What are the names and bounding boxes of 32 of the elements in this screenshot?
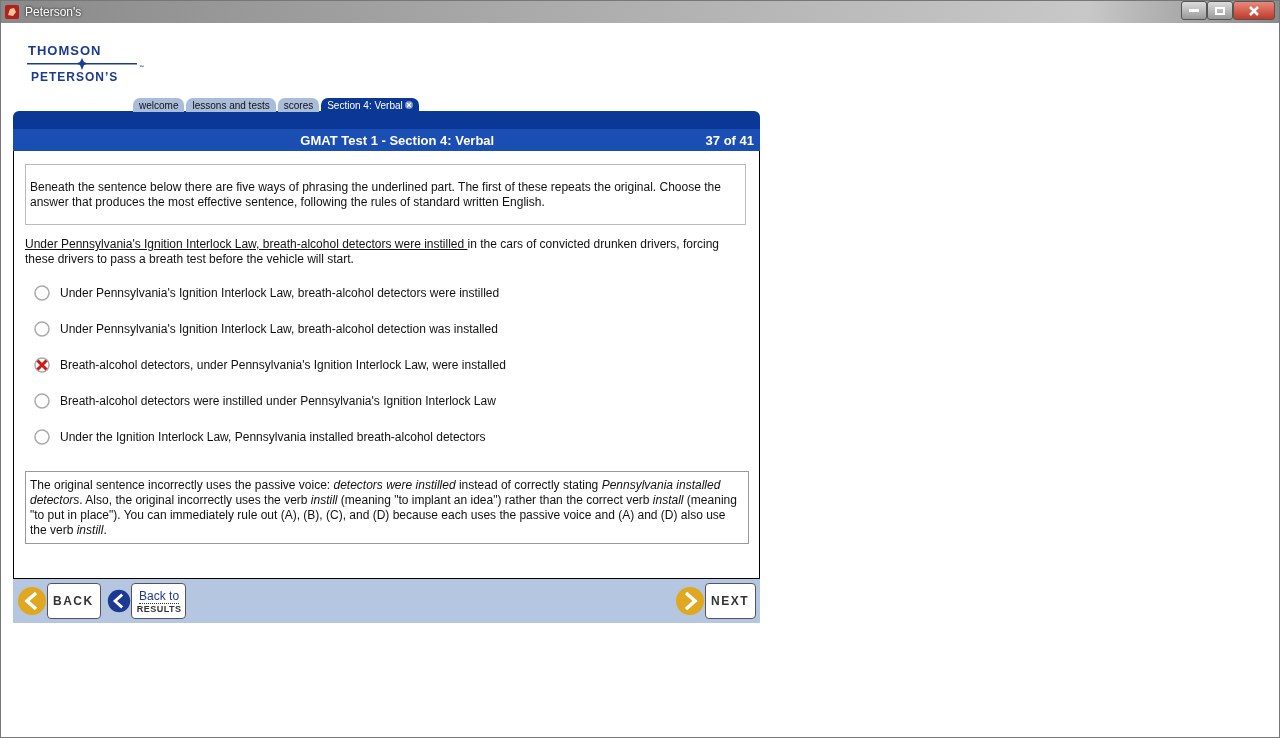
question-counter: 37 of 41 <box>705 132 754 148</box>
instructions-text: Beneath the sentence below there are five ways of phrasing the underlined part. The first of these repeats the original. Choose the answer that produces the most effective sentence, following the rules of standard written English. <box>30 180 722 210</box>
radio-button[interactable] <box>34 428 50 445</box>
tab[interactable]: welcome <box>133 98 185 112</box>
minimize-button[interactable] <box>1181 1 1207 20</box>
answer-choice[interactable]: Breath-alcohol detectors were instilled under Pennsylvania's Ignition Interlock Law <box>60 393 496 408</box>
close-icon <box>1248 5 1260 16</box>
tab[interactable]: lessons and tests <box>186 98 276 112</box>
answer-choice[interactable]: Under Pennsylvania's Ignition Interlock Law, breath-alcohol detection was installed <box>60 321 498 336</box>
minimize-icon <box>1189 8 1199 13</box>
section-title: GMAT Test 1 - Section 4: Verbal <box>299 132 496 148</box>
answer-choice[interactable]: Under Pennsylvania's Ignition Interlock Law, breath-alcohol detectors were instilled <box>60 285 500 300</box>
explanation-text: The original sentence incorrectly uses the passive voice: detectors were instilled instead of correctly stating Pennsylvania installed detectors. Also, the original incorrectly uses the verb instill (meaning "to implant an idea") rather than the correct verb install (meaning "to put in place"). You can immediately rule out (A), (B), (C), and (D) because each uses the passive voice and (A) and (D) also use the verb instill. <box>30 478 738 538</box>
radio-button[interactable] <box>34 392 50 409</box>
answer-choice[interactable]: Breath-alcohol detectors, under Pennsylvania's Ignition Interlock Law, were installed <box>60 357 506 372</box>
close-button[interactable] <box>1233 1 1275 20</box>
radio-button[interactable] <box>34 284 50 301</box>
wrong-answer-radio[interactable] <box>34 356 50 373</box>
next-button[interactable]: NEXT <box>705 583 756 619</box>
answer-choice[interactable]: Under the Ignition Interlock Law, Pennsylvania installed breath-alcohol detectors <box>60 429 486 444</box>
tab[interactable]: Section 4: Verbal <box>321 98 419 112</box>
close-icon[interactable] <box>404 101 413 109</box>
back-button[interactable]: BACK <box>47 583 101 619</box>
radio-button[interactable] <box>34 320 50 337</box>
star-line-icon <box>27 58 137 70</box>
question-sentence: Under Pennsylvania's Ignition Interlock Law, breath-alcohol detectors were instilled in the cars of convicted drunken drivers, forcing these drivers to pass a breath test before the vehicle will start. <box>25 237 720 267</box>
tab[interactable]: scores <box>277 98 320 112</box>
maximize-button[interactable] <box>1207 1 1233 20</box>
window-title: Peterson's <box>25 5 83 19</box>
back-to-results-button[interactable]: Back to RESULTS <box>130 583 186 619</box>
maximize-icon <box>1215 6 1225 15</box>
app-icon <box>5 5 19 19</box>
